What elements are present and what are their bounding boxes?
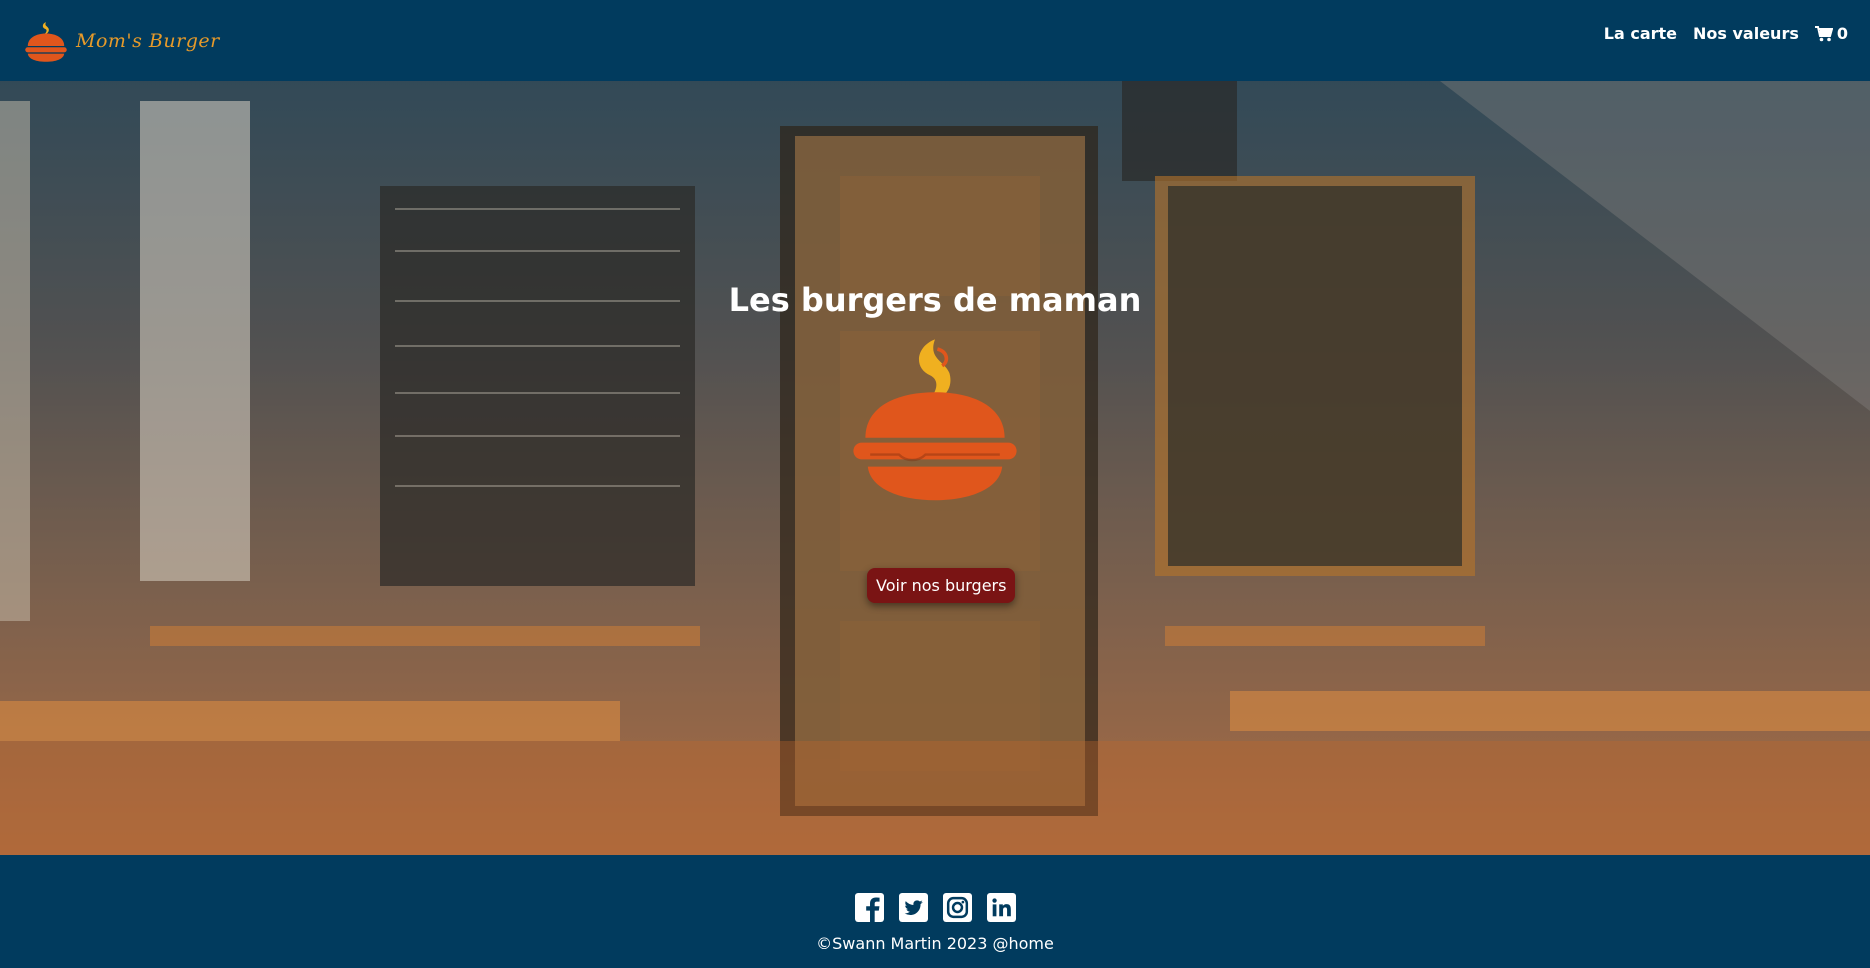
navbar: Mom's Burger La carte Nos valeurs 0 <box>0 0 1870 81</box>
hero-title: Les burgers de maman <box>728 281 1142 319</box>
nav-links: La carte Nos valeurs 0 <box>1604 24 1848 43</box>
burger-logo-icon <box>25 21 67 62</box>
brand-link[interactable]: Mom's Burger <box>24 19 220 63</box>
hero-section: Les burgers de maman Voir nos burgers <box>0 81 1870 855</box>
twitter-icon[interactable] <box>898 893 928 922</box>
footer: ©Swann Martin 2023 @home <box>0 855 1870 968</box>
shopping-cart-icon <box>1814 25 1833 41</box>
cart-count: 0 <box>1836 24 1848 43</box>
nav-link-nos-valeurs[interactable]: Nos valeurs <box>1693 24 1799 43</box>
burger-logo-icon <box>853 339 1017 501</box>
cart-link[interactable]: 0 <box>1814 24 1848 43</box>
linkedin-icon[interactable] <box>986 893 1016 922</box>
copyright-text: ©Swann Martin 2023 @home <box>816 934 1054 953</box>
brand-name: Mom's Burger <box>76 29 220 52</box>
nav-link-la-carte[interactable]: La carte <box>1604 24 1677 43</box>
facebook-icon[interactable] <box>854 893 884 922</box>
instagram-icon[interactable] <box>942 893 972 922</box>
social-links <box>0 893 1870 922</box>
see-burgers-button[interactable]: Voir nos burgers <box>867 568 1016 603</box>
hero-content: Les burgers de maman Voir nos burgers <box>0 81 1870 855</box>
